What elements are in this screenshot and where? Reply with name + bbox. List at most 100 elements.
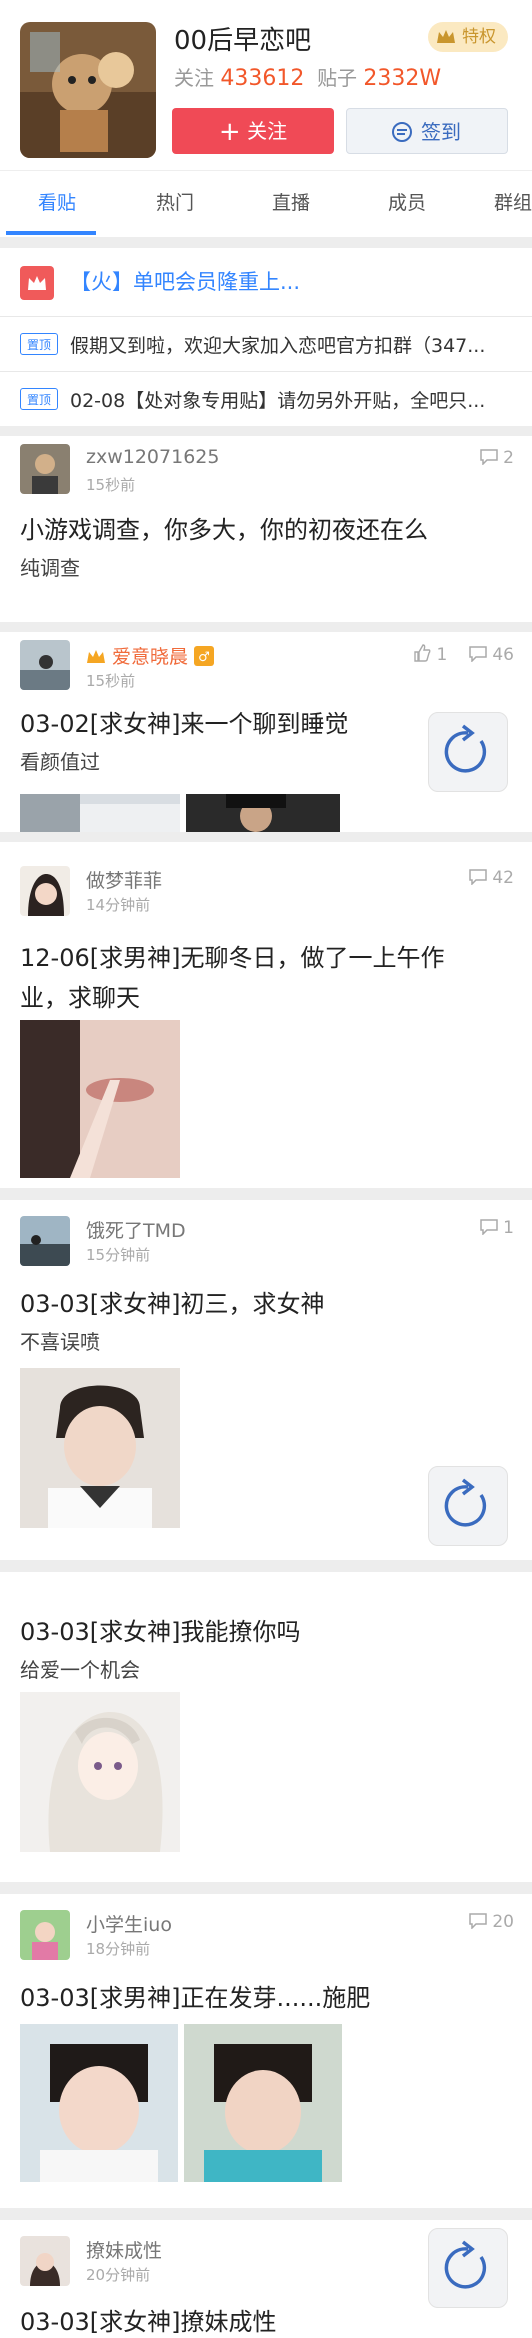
forum-stats: 关注 433612 贴子 2332W	[174, 62, 441, 91]
post-time: 20分钟前	[86, 2266, 151, 2284]
post-card[interactable]: 爱意晓晨 ♂ 15秒前 1 46 03-02[求女神]来一个聊到睡觉 看颜值过	[0, 632, 532, 832]
comment-icon	[480, 449, 498, 465]
post-time: 15秒前	[86, 476, 136, 494]
forum-avatar[interactable]	[20, 22, 156, 158]
post-image[interactable]	[20, 794, 180, 832]
refresh-button[interactable]	[428, 712, 508, 792]
post-card[interactable]: zxw12071625 15秒前 2 小游戏调查，你多大，你的初夜还在么 纯调查	[0, 436, 532, 622]
post-image[interactable]	[20, 1368, 180, 1528]
comment-count: 2	[480, 448, 514, 468]
pinned-title: 假期又到啦，欢迎大家加入恋吧官方扣群（347...	[70, 335, 486, 357]
post-summary: 给爱一个机会	[20, 1658, 140, 1682]
avatar[interactable]	[20, 640, 70, 690]
sign-icon	[392, 122, 412, 142]
tab-bar: 看贴 热门 直播 成员 群组	[0, 170, 532, 237]
forum-header: 00后早恋吧 特权 关注 433612 贴子 2332W + 关注 签到	[0, 0, 532, 170]
follow-button[interactable]: + 关注	[172, 108, 334, 154]
post-title: 03-02[求女神]来一个聊到睡觉	[20, 710, 349, 738]
svg-text:♂: ♂	[198, 650, 210, 665]
post-title: 03-03[求女神]我能撩你吗	[20, 1618, 301, 1646]
member-promo-row[interactable]: 【火】单吧会员隆重上...	[0, 248, 532, 316]
tab-members[interactable]: 成员	[388, 171, 426, 235]
post-card[interactable]: 03-03[求女神]我能撩你吗 给爱一个机会	[0, 1572, 532, 1882]
tab-indicator	[6, 231, 96, 235]
pinned-post[interactable]: 置顶 假期又到啦，欢迎大家加入恋吧官方扣群（347...	[0, 317, 532, 371]
author-name[interactable]: 饿死了TMD	[86, 1216, 186, 1243]
comment-count-value: 42	[492, 868, 514, 888]
post-title: 03-03[求男神]正在发芽......施肥	[20, 1984, 371, 2012]
thumbs-up-icon[interactable]	[413, 644, 431, 662]
post-summary: 纯调查	[20, 556, 80, 580]
refresh-icon	[444, 724, 487, 773]
refresh-icon	[444, 1478, 487, 1527]
comment-icon	[469, 646, 487, 662]
post-title: 12-06[求男神]无聊冬日，做了一上午作	[20, 944, 445, 972]
author-name[interactable]: 做梦菲菲	[86, 866, 162, 893]
avatar[interactable]	[20, 1216, 70, 1266]
sign-button-label: 签到	[421, 120, 461, 144]
avatar[interactable]	[20, 444, 70, 494]
comment-count-value: 1	[503, 1218, 514, 1238]
post-image[interactable]	[20, 2024, 178, 2182]
post-summary: 不喜误喷	[20, 1330, 100, 1354]
crown-icon	[437, 30, 455, 43]
tab-hot[interactable]: 热门	[156, 171, 194, 235]
comment-count: 1	[480, 1218, 514, 1238]
tab-groups[interactable]: 群组	[494, 171, 532, 235]
post-image[interactable]	[20, 1692, 180, 1852]
post-card[interactable]: 饿死了TMD 15分钟前 1 03-03[求女神]初三，求女神 不喜误喷	[0, 1200, 532, 1560]
post-time: 18分钟前	[86, 1940, 151, 1958]
forum-name: 00后早恋吧	[174, 26, 312, 56]
author-name-text: 爱意晓晨	[112, 646, 189, 668]
post-time: 15秒前	[86, 672, 136, 690]
tab-posts[interactable]: 看贴	[38, 171, 76, 235]
plus-icon: +	[218, 117, 241, 147]
pinned-post[interactable]: 置顶 02-08【处对象专用贴】请勿另外开贴，全吧只...	[0, 372, 532, 426]
post-card[interactable]: 做梦菲菲 14分钟前 42 12-06[求男神]无聊冬日，做了一上午作 业，求聊…	[0, 842, 532, 1188]
post-title: 小游戏调查，你多大，你的初夜还在么	[20, 516, 428, 544]
avatar[interactable]	[20, 2236, 70, 2286]
post-title: 03-03[求女神]初三，求女神	[20, 1290, 325, 1318]
refresh-button[interactable]	[428, 1466, 508, 1546]
vip-privilege-badge[interactable]: 特权	[428, 22, 508, 52]
comment-count-value: 2	[503, 448, 514, 468]
post-count-label: 贴子	[317, 66, 358, 90]
avatar[interactable]	[20, 866, 70, 916]
post-title-continued: 业，求聊天	[20, 984, 140, 1012]
pinned-title: 02-08【处对象专用贴】请勿另外开贴，全吧只...	[70, 390, 486, 412]
follow-button-label: 关注	[247, 119, 288, 143]
crown-icon	[20, 266, 54, 300]
post-time: 14分钟前	[86, 896, 151, 914]
comment-icon	[469, 1913, 487, 1929]
post-image[interactable]	[20, 1020, 180, 1178]
level-badge-icon: ♂	[194, 646, 215, 666]
pinned-tag: 置顶	[20, 333, 58, 355]
post-image[interactable]	[186, 794, 340, 832]
post-card[interactable]: 撩妹成性 20分钟前 03-03[求女神]撩妹成性	[0, 2220, 532, 2338]
vip-crown-icon	[87, 650, 105, 663]
author-name[interactable]: zxw12071625	[86, 446, 219, 468]
follow-count-label: 关注	[174, 66, 214, 90]
post-counts: 1 46	[413, 644, 514, 665]
vip-label: 特权	[462, 27, 496, 47]
refresh-button[interactable]	[428, 2228, 508, 2308]
post-title: 03-03[求女神]撩妹成性	[20, 2308, 277, 2336]
avatar[interactable]	[20, 1910, 70, 1960]
post-time: 15分钟前	[86, 1246, 151, 1264]
notice-panel: 【火】单吧会员隆重上... 置顶 假期又到啦，欢迎大家加入恋吧官方扣群（347.…	[0, 248, 532, 426]
pinned-tag: 置顶	[20, 388, 58, 410]
author-name[interactable]: 爱意晓晨 ♂	[86, 642, 215, 669]
post-image[interactable]	[184, 2024, 342, 2182]
comment-count-value: 46	[492, 645, 514, 665]
comment-icon	[480, 1219, 498, 1235]
post-card[interactable]: 小学生iuo 18分钟前 20 03-03[求男神]正在发芽......施肥	[0, 1894, 532, 2208]
comment-count-value: 20	[492, 1912, 514, 1932]
comment-count: 20	[469, 1912, 514, 1932]
author-name[interactable]: 撩妹成性	[86, 2236, 162, 2263]
sign-in-button[interactable]: 签到	[346, 108, 508, 154]
tab-live[interactable]: 直播	[272, 171, 310, 235]
author-name[interactable]: 小学生iuo	[86, 1910, 172, 1937]
post-summary: 看颜值过	[20, 750, 100, 774]
like-count: 1	[436, 645, 448, 665]
refresh-icon	[444, 2240, 487, 2289]
